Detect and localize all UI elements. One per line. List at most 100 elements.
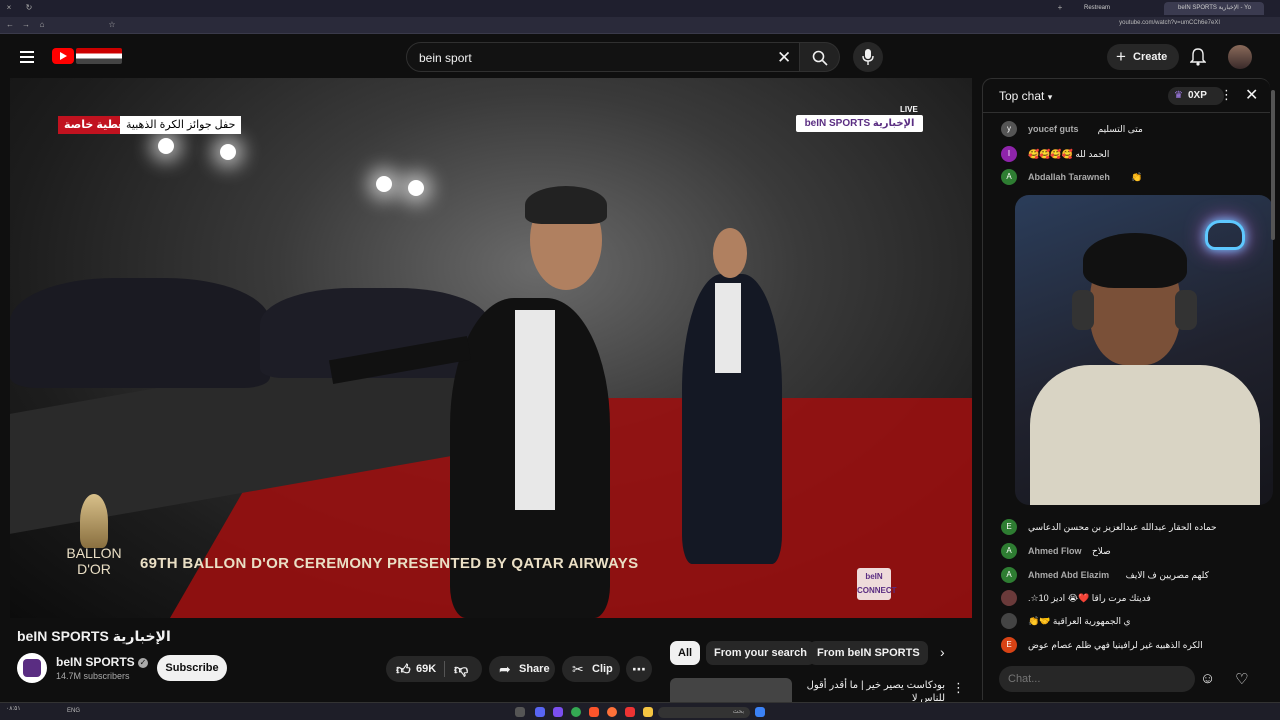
chat-message: I الحمد لله 🥰🥰🥰🥰 xyxy=(1001,144,1263,164)
channel-name[interactable]: beIN SPORTS ✓ xyxy=(56,655,149,669)
chat-author[interactable]: Ahmed Abd Elazim xyxy=(1028,565,1109,585)
taskview-icon[interactable] xyxy=(515,707,525,717)
chat-message: ي الجمهورية العراقية 🤝👏 xyxy=(1001,611,1263,631)
streamer-webcam xyxy=(1015,195,1273,505)
stage-light xyxy=(408,180,424,196)
chat-avatar[interactable]: A xyxy=(1001,543,1017,559)
file-explorer-icon[interactable] xyxy=(643,707,653,717)
more-actions-button[interactable]: ⋯ xyxy=(626,656,652,682)
chip-from-bein-sports[interactable]: From beIN SPORTS xyxy=(809,641,928,665)
subscribe-button[interactable]: Subscribe xyxy=(157,655,227,681)
ceremony-caption: 69TH BALLON D'OR CEREMONY PRESENTED BY Q… xyxy=(140,555,639,572)
tab-youtube[interactable]: beIN SPORTS الإخبارية - Yo xyxy=(1164,2,1264,15)
chip-from-your-search[interactable]: From your search xyxy=(706,641,815,665)
clock[interactable]: ٠٨:٥١ xyxy=(6,705,21,712)
bein-connect-logo: beIN CONNECT xyxy=(857,568,897,600)
menu-icon[interactable] xyxy=(20,48,34,66)
emoji-icon[interactable]: ☺ xyxy=(1200,670,1215,687)
chat-avatar[interactable]: A xyxy=(1001,567,1017,583)
chat-mode-dropdown[interactable]: Top chat ▾ xyxy=(999,89,1052,103)
create-button[interactable]: + Create xyxy=(1107,44,1179,70)
bell-icon[interactable] xyxy=(1190,48,1206,66)
chat-author[interactable]: youcef guts xyxy=(1028,119,1079,139)
chat-input[interactable] xyxy=(999,666,1195,692)
chat-message: E حماده الحقار عبدالله عبدالعزيز بن محسن … xyxy=(1001,517,1263,537)
chat-more-icon[interactable]: ⋮ xyxy=(1220,87,1233,103)
heart-icon[interactable]: ♡ xyxy=(1235,670,1248,688)
xp-badge[interactable]: ♛ 0XP xyxy=(1168,87,1224,105)
doodle-logo[interactable] xyxy=(76,48,122,64)
tab-restream[interactable]: Restream xyxy=(1070,2,1150,15)
brave-icon[interactable] xyxy=(589,707,599,717)
back-icon[interactable]: ← xyxy=(6,21,14,29)
divider xyxy=(444,661,445,677)
chrome-icon[interactable] xyxy=(571,707,581,717)
clip-button[interactable]: ✂ Clip xyxy=(562,656,620,682)
video-player[interactable] xyxy=(10,78,972,618)
chat-text: ي الجمهورية العراقية 🤝👏 xyxy=(1028,616,1131,626)
app-icon[interactable] xyxy=(553,707,563,717)
chat-avatar[interactable]: E xyxy=(1001,637,1017,653)
subscriber-count: 14.7M subscribers xyxy=(56,671,130,681)
neon-cloud-sign xyxy=(1205,220,1245,250)
chat-author[interactable]: Abdallah Tarawneh xyxy=(1028,167,1110,187)
chat-scrollbar[interactable] xyxy=(1271,90,1275,240)
language-indicator[interactable]: ENG xyxy=(67,708,80,714)
like-count[interactable]: 69K xyxy=(416,656,436,682)
chat-text: حماده الحقار عبدالله عبدالعزيز بن محسن ا… xyxy=(1028,522,1217,532)
clip-label: Clip xyxy=(592,663,613,675)
firefox-icon[interactable] xyxy=(607,707,617,717)
chat-avatar[interactable]: A xyxy=(1001,169,1017,185)
video-title: beIN SPORTS الإخبارية xyxy=(17,628,171,644)
search-icon xyxy=(812,50,828,66)
chat-avatar[interactable]: E xyxy=(1001,519,1017,535)
more-vert-icon[interactable]: ⋮ xyxy=(952,680,965,696)
account-avatar[interactable] xyxy=(1228,45,1252,69)
url-text[interactable]: youtube.com/watch?v=umCCh6e7eXI xyxy=(1119,20,1220,26)
channel-avatar[interactable] xyxy=(17,653,47,683)
share-button[interactable]: ➦ Share xyxy=(489,656,555,682)
clear-search-icon[interactable]: ✕ xyxy=(777,48,791,68)
plus-icon: + xyxy=(1116,47,1126,66)
chat-text: فديتك مرت راقا ❤️😭 اديز 10☆. xyxy=(1028,593,1151,603)
channel-name-text: beIN SPORTS xyxy=(56,655,135,669)
live-badge: LIVE xyxy=(900,105,918,114)
home-icon[interactable]: ⌂ xyxy=(38,21,46,29)
thumb-up-icon[interactable]: 👍︎ xyxy=(396,656,411,682)
discord-icon[interactable] xyxy=(535,707,545,717)
voice-search-button[interactable] xyxy=(853,42,883,72)
chat-message: E الكره الذهبيه غير لرافينيا فهي ظلم عصام… xyxy=(1001,635,1263,655)
stage-light xyxy=(376,176,392,192)
youtube-logo-icon[interactable] xyxy=(52,48,74,64)
chevron-right-icon[interactable]: › xyxy=(940,644,945,660)
refresh-icon[interactable]: ↻ xyxy=(25,4,33,12)
thumb-down-icon[interactable]: 👎︎ xyxy=(454,656,468,682)
chat-avatar[interactable]: y xyxy=(1001,121,1017,137)
chat-avatar[interactable] xyxy=(1001,613,1017,629)
stage-light xyxy=(220,144,236,160)
search-value: bein sport xyxy=(419,51,472,65)
taskbar-search[interactable]: بحث xyxy=(658,707,750,718)
chat-message: A Ahmed Flow صلاح xyxy=(1001,541,1263,561)
crown-icon: ♛ xyxy=(1174,90,1183,101)
scissors-icon: ✂ xyxy=(572,661,584,677)
stage-light xyxy=(158,138,174,154)
close-window-icon[interactable]: × xyxy=(5,4,13,12)
chat-title: Top chat xyxy=(999,89,1045,103)
forward-icon[interactable]: → xyxy=(22,21,30,29)
add-tab-icon[interactable]: + xyxy=(1056,4,1064,12)
chat-avatar[interactable]: I xyxy=(1001,146,1017,162)
chat-author[interactable]: Ahmed Flow xyxy=(1028,541,1082,561)
close-chat-icon[interactable]: ✕ xyxy=(1245,85,1258,105)
windows-start-icon[interactable] xyxy=(755,707,765,717)
chip-all[interactable]: All xyxy=(670,641,701,665)
search-input[interactable]: bein sport ✕ xyxy=(406,42,800,72)
search-button[interactable] xyxy=(800,42,840,72)
tab-label: beIN SPORTS الإخبارية - Yo xyxy=(1178,5,1251,11)
chat-avatar[interactable] xyxy=(1001,590,1017,606)
ceremony-tag: حفل جوائز الكرة الذهبية xyxy=(120,116,242,134)
share-icon: ➦ xyxy=(499,661,511,677)
app-icon[interactable] xyxy=(625,707,635,717)
star-icon[interactable]: ☆ xyxy=(108,21,116,29)
crowd xyxy=(10,278,270,388)
